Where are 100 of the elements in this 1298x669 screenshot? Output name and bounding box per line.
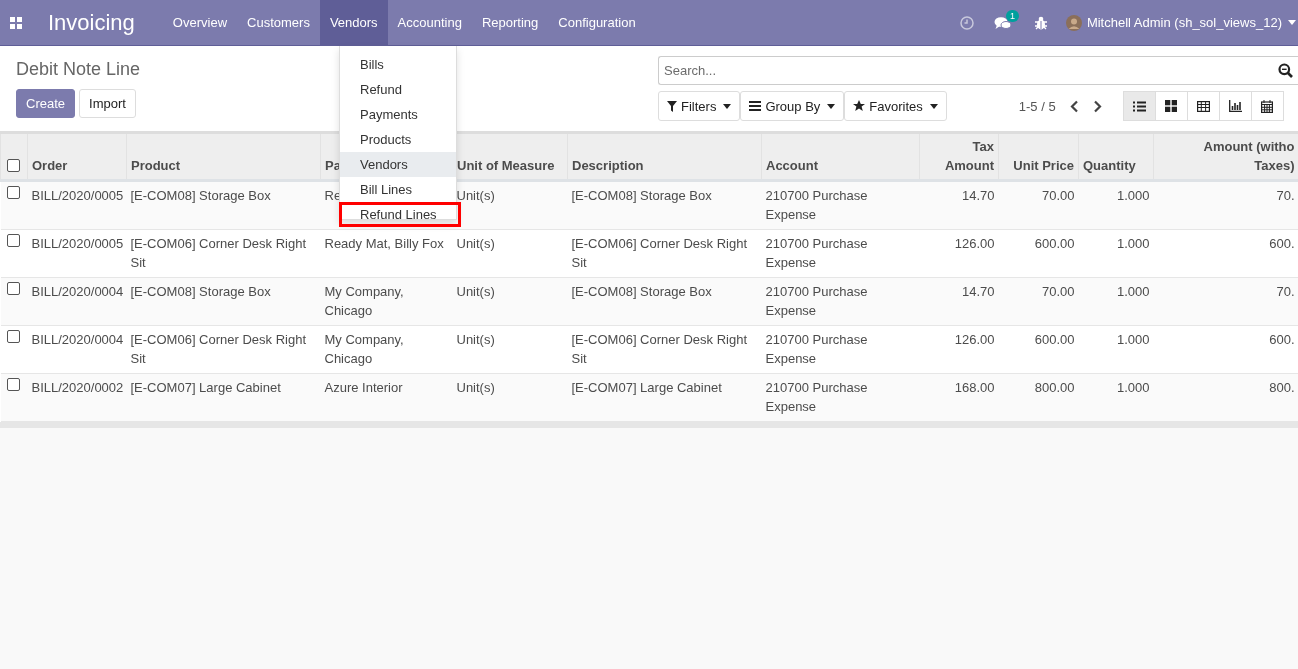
dropdown-item[interactable]: Vendors xyxy=(340,152,456,177)
menu-item[interactable]: Customers xyxy=(237,0,320,45)
select-all-checkbox[interactable] xyxy=(7,159,20,172)
filter-dropdown-button[interactable]: Group By xyxy=(740,91,845,121)
import-button[interactable]: Import xyxy=(79,89,136,118)
table-cell: 168.00 xyxy=(954,380,995,395)
bug-icon[interactable] xyxy=(1033,15,1048,30)
menu-item[interactable]: Overview xyxy=(162,0,238,45)
filter-dropdown-button[interactable]: Filters xyxy=(658,91,741,121)
table-cell: My Company, Chicago xyxy=(324,332,404,366)
dropdown-item[interactable]: Bills xyxy=(340,52,456,77)
table-cell: 800. xyxy=(1269,380,1295,395)
avatar-icon xyxy=(1065,14,1082,31)
dropdown-item[interactable]: Refund xyxy=(340,77,456,102)
app-title: Invoicing xyxy=(48,9,135,36)
filter-dropdown-button[interactable]: Favorites xyxy=(844,91,947,121)
table-cell: [E-COM06] Corner Desk Right Sit xyxy=(571,332,748,366)
table-cell: 1.000 xyxy=(1116,284,1150,299)
menu-item[interactable]: Vendors xyxy=(319,0,388,45)
table-cell: BILL/2020/0005 xyxy=(31,188,124,203)
calendar-view-button[interactable] xyxy=(1250,91,1284,121)
bar-chart-icon xyxy=(1228,100,1242,112)
table-cell: 600. xyxy=(1269,236,1295,251)
row-checkbox[interactable] xyxy=(6,186,20,199)
table-cell: 70. xyxy=(1276,284,1295,299)
row-checkbox[interactable] xyxy=(6,378,20,391)
dropdown-item[interactable]: Bill Lines xyxy=(340,177,456,202)
table-cell: 600. xyxy=(1269,332,1295,347)
menu-item[interactable]: Accounting xyxy=(387,0,472,45)
table-cell: Azure Interior xyxy=(324,380,403,395)
table-cell: Unit(s) xyxy=(456,236,495,251)
table-cell: [E-COM07] Large Cabinet xyxy=(130,380,281,395)
bars-icon xyxy=(749,101,762,111)
table-cell: 1.000 xyxy=(1116,332,1150,347)
table-cell: Unit(s) xyxy=(456,284,495,299)
table-cell: 800.00 xyxy=(1034,380,1075,395)
table-cell: 14.70 xyxy=(961,284,995,299)
row-checkbox[interactable] xyxy=(6,330,20,343)
table-cell: BILL/2020/0004 xyxy=(31,332,124,347)
table-cell: Unit(s) xyxy=(456,188,495,203)
apps-menu-icon[interactable] xyxy=(10,16,22,29)
create-button[interactable]: Create xyxy=(16,89,76,118)
caret-icon[interactable] xyxy=(1288,20,1296,25)
table-cell: 210700 Purchase Expense xyxy=(765,236,868,270)
row-checkbox[interactable] xyxy=(6,234,20,247)
caret-icon xyxy=(827,103,836,109)
table-cell: BILL/2020/0004 xyxy=(31,284,124,299)
caret-icon xyxy=(929,103,938,109)
dropdown-item[interactable]: Refund Lines xyxy=(339,202,461,227)
table-cell: 126.00 xyxy=(954,332,995,347)
calendar-icon xyxy=(1261,99,1274,113)
table-cell: 600.00 xyxy=(1034,332,1075,347)
menu-item[interactable]: Reporting xyxy=(471,0,549,45)
table-cell: [E-COM06] Corner Desk Right Sit xyxy=(571,236,748,270)
search-field[interactable]: Search... xyxy=(658,56,1298,85)
pager-value: 1-5 / 5 xyxy=(1018,98,1056,114)
table-cell: Unit(s) xyxy=(456,380,495,395)
breadcrumb: Debit Note Line xyxy=(16,59,141,80)
pivot-view-button[interactable] xyxy=(1186,91,1220,121)
table-cell: 1.000 xyxy=(1116,380,1150,395)
row-checkbox[interactable] xyxy=(6,282,20,295)
star-icon xyxy=(853,100,866,112)
table-cell: 70. xyxy=(1276,188,1295,203)
message-count-badge: 1 xyxy=(1005,9,1019,22)
table-cell: [E-COM06] Corner Desk Right Sit xyxy=(130,236,307,270)
table-cell: 1.000 xyxy=(1116,236,1150,251)
table-cell: 210700 Purchase Expense xyxy=(765,380,868,414)
table-cell: 210700 Purchase Expense xyxy=(765,188,868,222)
table-cell: Unit(s) xyxy=(456,332,495,347)
table-cell: [E-COM08] Storage Box xyxy=(130,284,271,299)
table-cell: 126.00 xyxy=(954,236,995,251)
previous-icon[interactable] xyxy=(1069,99,1079,113)
dropdown-item[interactable]: Payments xyxy=(340,102,456,127)
graph-view-button[interactable] xyxy=(1218,91,1252,121)
table-cell: 70.00 xyxy=(1041,188,1075,203)
search-icon[interactable] xyxy=(1278,63,1293,78)
user-menu[interactable]: Mitchell Admin (sh_sol_views_12) xyxy=(1086,15,1282,30)
table-cell: Ready Mat, Billy Fox xyxy=(324,236,444,251)
table-cell: [E-COM07] Large Cabinet xyxy=(571,380,722,395)
dropdown-item[interactable]: Products xyxy=(340,127,456,152)
table-cell: [E-COM08] Storage Box xyxy=(571,284,712,299)
kanban-view-button[interactable] xyxy=(1154,91,1188,121)
table-cell: 70.00 xyxy=(1041,284,1075,299)
table-cell: BILL/2020/0005 xyxy=(31,236,124,251)
table-cell: 210700 Purchase Expense xyxy=(765,284,868,318)
table-cell: [E-COM06] Corner Desk Right Sit xyxy=(130,332,307,366)
table-cell: BILL/2020/0002 xyxy=(31,380,124,395)
table-cell: 210700 Purchase Expense xyxy=(765,332,868,366)
caret-icon xyxy=(723,103,732,109)
menu-item[interactable]: Configuration xyxy=(548,0,646,45)
next-icon[interactable] xyxy=(1092,99,1102,113)
table-cell: My Company, Chicago xyxy=(324,284,404,318)
list-view-button[interactable] xyxy=(1122,91,1156,121)
table-cell: 600.00 xyxy=(1034,236,1075,251)
table-cell: [E-COM08] Storage Box xyxy=(571,188,712,203)
funnel-icon xyxy=(667,100,677,112)
grid-icon xyxy=(1165,100,1178,112)
table-cell: 1.000 xyxy=(1116,188,1150,203)
list-icon xyxy=(1132,100,1146,112)
chat-icon[interactable] xyxy=(993,15,1012,30)
